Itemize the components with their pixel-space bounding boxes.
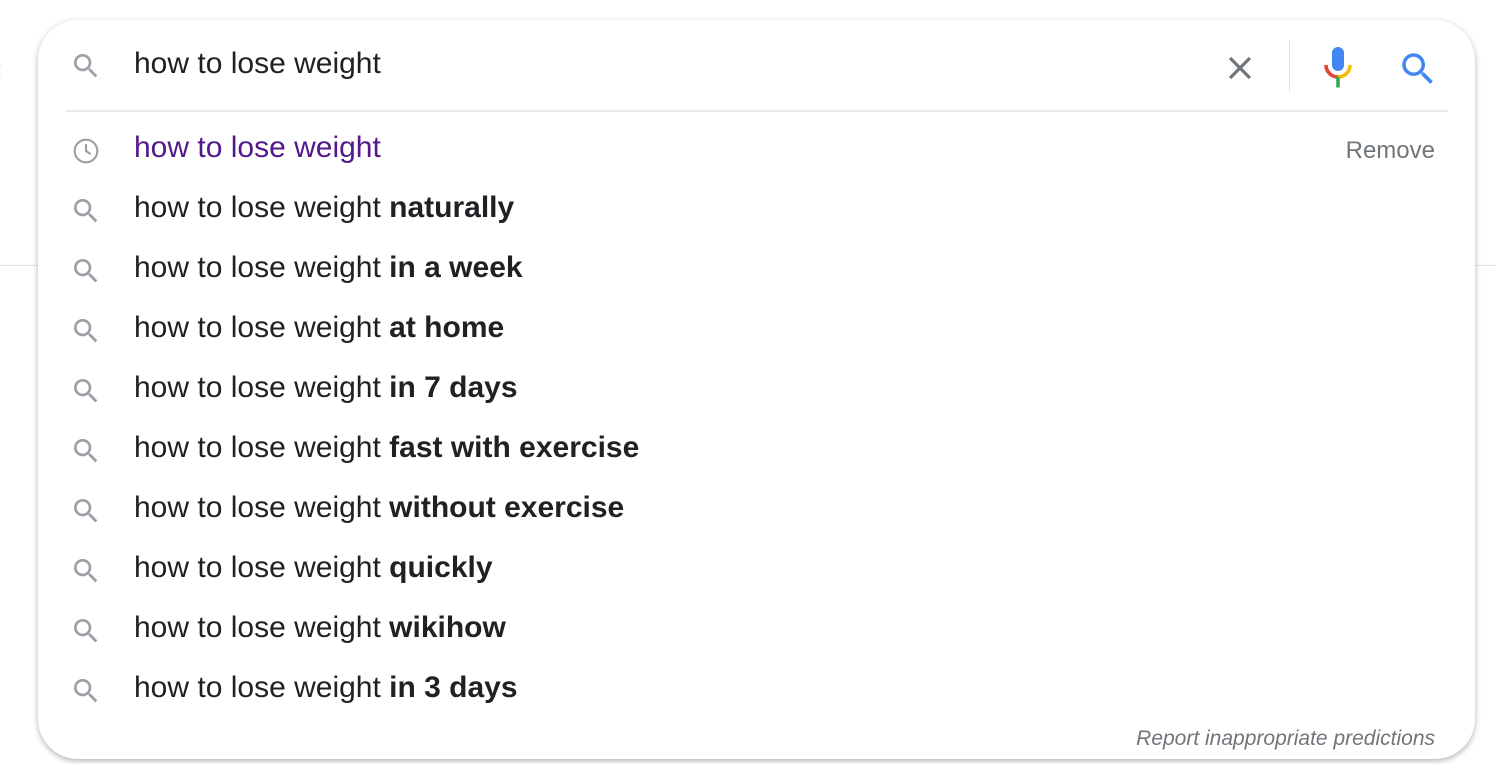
suggestion-item[interactable]: how to lose weight in 3 days	[38, 660, 1475, 720]
suggestion-text: how to lose weight in 3 days	[134, 671, 518, 705]
suggestion-history-item[interactable]: how to lose weight Remove	[38, 120, 1475, 180]
suggestion-prefix: how to lose weight	[134, 551, 390, 584]
suggestion-item[interactable]: how to lose weight in 7 days	[38, 360, 1475, 420]
suggestion-prefix: how to lose weight	[134, 431, 390, 464]
suggestion-completion: in 7 days	[389, 371, 518, 404]
suggestion-prefix: how to lose weight	[134, 311, 390, 344]
suggestion-item[interactable]: how to lose weight quickly	[38, 540, 1475, 600]
suggestion-item[interactable]: how to lose weight at home	[38, 300, 1475, 360]
search-submit-icon[interactable]	[1397, 48, 1439, 90]
search-icon	[74, 319, 98, 343]
remove-history-button[interactable]: Remove	[1346, 137, 1435, 165]
suggestion-completion: fast with exercise	[389, 431, 640, 464]
search-input-row: how to lose weight	[38, 20, 1475, 110]
search-icon	[74, 259, 98, 283]
suggestion-item[interactable]: how to lose weight without exercise	[38, 480, 1475, 540]
search-icon	[74, 379, 98, 403]
suggestion-prefix: how to lose weight	[134, 671, 390, 704]
search-icon	[74, 439, 98, 463]
suggestion-item[interactable]: how to lose weight fast with exercise	[38, 420, 1475, 480]
search-icon	[74, 54, 98, 78]
suggestion-item[interactable]: how to lose weight in a week	[38, 240, 1475, 300]
suggestion-prefix: how to lose weight	[134, 611, 390, 644]
suggestion-text: how to lose weight at home	[134, 311, 504, 345]
search-icon	[74, 559, 98, 583]
suggestions-divider	[66, 110, 1448, 112]
suggestion-completion: in a week	[389, 251, 523, 284]
suggestion-text: how to lose weight	[134, 131, 381, 165]
search-icon	[74, 499, 98, 523]
suggestion-prefix: how to lose weight	[134, 251, 390, 284]
suggestion-text: how to lose weight fast with exercise	[134, 431, 639, 465]
suggestion-text: how to lose weight quickly	[134, 551, 493, 585]
page-edge-mark: :	[0, 56, 2, 82]
search-input[interactable]: how to lose weight	[134, 47, 381, 81]
suggestion-prefix: how to lose weight	[134, 131, 381, 164]
suggestion-completion: wikihow	[389, 611, 506, 644]
suggestion-completion: at home	[389, 311, 505, 344]
suggestion-text: how to lose weight without exercise	[134, 491, 624, 525]
suggestion-completion: in 3 days	[389, 671, 518, 704]
microphone-icon[interactable]	[1319, 44, 1357, 92]
suggestion-text: how to lose weight in 7 days	[134, 371, 518, 405]
suggestion-prefix: how to lose weight	[134, 491, 390, 524]
suggestion-prefix: how to lose weight	[134, 191, 390, 224]
suggestion-completion: without exercise	[389, 491, 625, 524]
suggestion-prefix: how to lose weight	[134, 371, 390, 404]
search-icon	[74, 199, 98, 223]
suggestion-item[interactable]: how to lose weight naturally	[38, 180, 1475, 240]
input-divider	[1289, 40, 1290, 92]
suggestion-text: how to lose weight in a week	[134, 251, 523, 285]
suggestion-completion: quickly	[389, 551, 493, 584]
close-icon[interactable]	[1221, 49, 1259, 87]
suggestion-item[interactable]: how to lose weight wikihow	[38, 600, 1475, 660]
search-icon	[74, 679, 98, 703]
search-box: how to lose weight how to lose weight Re…	[38, 20, 1475, 759]
search-icon	[74, 619, 98, 643]
report-predictions-link[interactable]: Report inappropriate predictions	[1136, 727, 1435, 751]
suggestions-list: how to lose weight Remove how to lose we…	[38, 120, 1475, 720]
suggestion-text: how to lose weight naturally	[134, 191, 514, 225]
suggestion-text: how to lose weight wikihow	[134, 611, 506, 645]
history-clock-icon	[73, 138, 99, 164]
suggestion-completion: naturally	[389, 191, 515, 224]
